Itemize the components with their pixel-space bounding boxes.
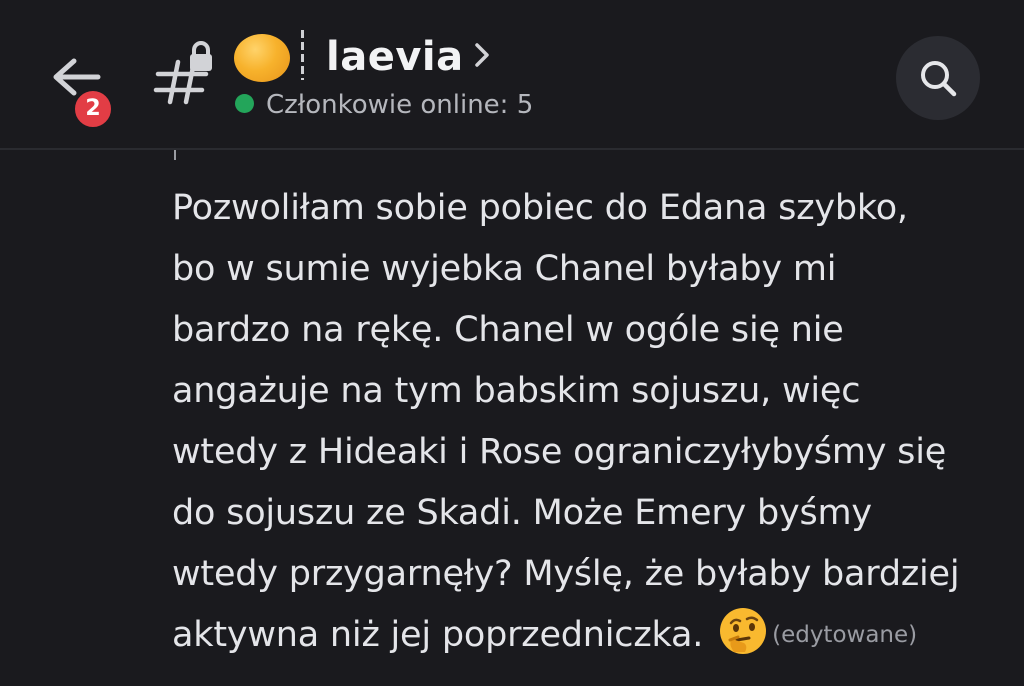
orange-circle-emoji [234, 34, 290, 82]
message-content[interactable]: Pozwoliłam sobie pobiec do Edana szybko,… [172, 178, 1002, 666]
channel-header: 2 laevia Członkowie online: 5 [0, 0, 1024, 150]
message-line: bardzo na rękę. Chanel w ogóle się nie [172, 310, 844, 350]
channel-name[interactable]: laevia [326, 30, 464, 84]
message-line: wtedy z Hideaki i Rose ograniczyłybyśmy … [172, 432, 947, 472]
search-button[interactable] [896, 36, 980, 120]
message-line: angażuje na tym babskim sojuszu, więc [172, 371, 861, 411]
search-icon [921, 61, 957, 97]
thinking-face-emoji [718, 606, 768, 656]
message-last-line: aktywna niż jej poprzedniczka. (edytowan… [172, 605, 1002, 666]
back-button[interactable]: 2 [44, 46, 114, 130]
message-line: wtedy przygarnęły? Myślę, że byłaby bard… [172, 554, 960, 594]
scroll-marker [174, 150, 176, 160]
notification-badge: 2 [72, 88, 114, 130]
message-line: aktywna niż jej poprzedniczka. [172, 615, 704, 655]
hash-lock-icon [150, 40, 218, 108]
message-line: do sojuszu ze Skadi. Może Emery byśmy [172, 493, 872, 533]
online-status-dot [235, 94, 254, 113]
message-line: bo w sumie wyjebka Chanel byłaby mi [172, 249, 837, 289]
name-separator [301, 30, 304, 80]
online-members-count: Członkowie online: 5 [266, 90, 534, 120]
chevron-right-icon[interactable] [470, 40, 494, 74]
message-line: Pozwoliłam sobie pobiec do Edana szybko, [172, 188, 908, 228]
edited-label: (edytowane) [772, 622, 918, 648]
